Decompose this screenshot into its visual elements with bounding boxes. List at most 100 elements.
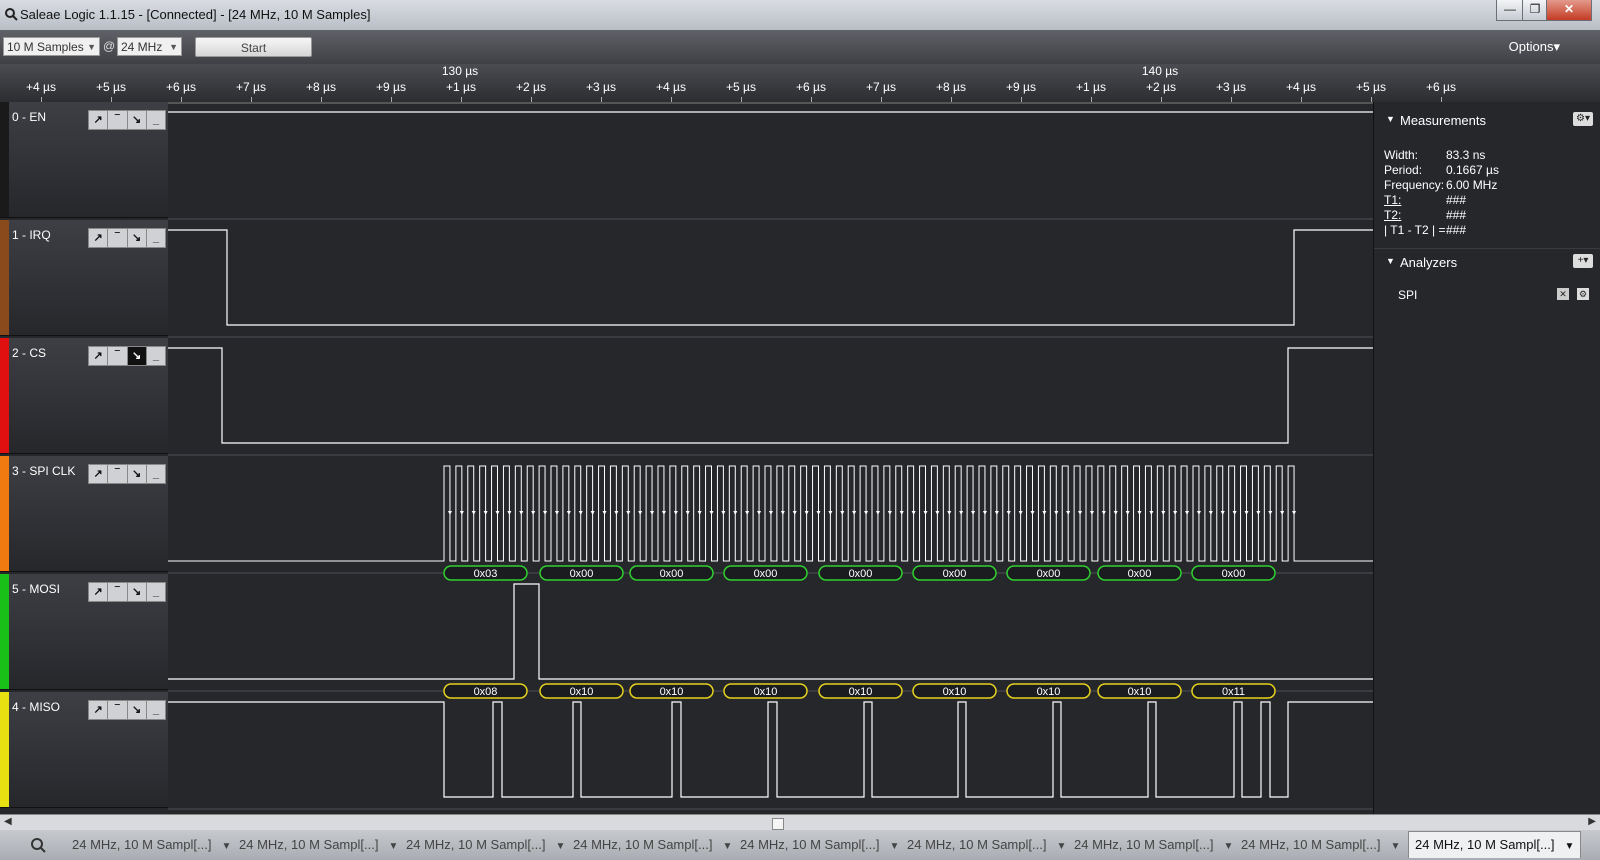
session-tab[interactable]: 24 MHz, 10 M Sampl[...] ▼ — [1074, 832, 1233, 858]
gear-icon[interactable]: ⚙▾ — [1573, 112, 1593, 126]
clock-edge-marker-icon — [1185, 511, 1190, 515]
session-tab[interactable]: 24 MHz, 10 M Sampl[...] ▼ — [1408, 831, 1582, 858]
minimize-button[interactable]: — — [1496, 0, 1524, 21]
clock-edge-marker-icon — [1232, 511, 1237, 515]
channel-label[interactable]: 3 - SPI CLK ↗ ‾ ↘ _ — [0, 456, 168, 572]
low-level-icon[interactable]: _ — [147, 701, 165, 719]
session-tab[interactable]: 24 MHz, 10 M Sampl[...] ▼ — [740, 832, 899, 858]
close-icon[interactable]: ✕ — [1557, 288, 1569, 300]
window-title: Saleae Logic 1.1.15 - [Connected] - [24 … — [20, 7, 371, 22]
miso-decode-value: 0x10 — [1128, 686, 1152, 698]
analyzer-item-spi[interactable]: SPI ✕ ⚙ — [1374, 286, 1600, 306]
analyzers-header[interactable]: ▼ Analyzers +▾ — [1374, 250, 1600, 274]
add-analyzer-button[interactable]: +▾ — [1573, 254, 1593, 268]
chevron-down-icon[interactable]: ▼ — [388, 841, 398, 852]
channel-label[interactable]: 2 - CS ↗ ‾ ↘ _ — [0, 338, 168, 454]
clock-edge-marker-icon — [459, 511, 464, 515]
rising-edge-icon[interactable]: ↗ — [89, 347, 109, 365]
rising-edge-icon[interactable]: ↗ — [89, 583, 109, 601]
rising-edge-icon[interactable]: ↗ — [89, 111, 109, 129]
channel-label[interactable]: 1 - IRQ ↗ ‾ ↘ _ — [0, 220, 168, 336]
falling-edge-icon[interactable]: ↘ — [128, 583, 147, 601]
search-icon[interactable] — [20, 834, 58, 856]
mosi-decode-value: 0x00 — [754, 568, 778, 580]
scroll-right-arrow-icon[interactable]: ▶ — [1588, 816, 1596, 827]
low-level-icon[interactable]: _ — [147, 229, 165, 247]
high-level-icon[interactable]: ‾ — [108, 583, 128, 601]
chevron-down-icon[interactable]: ▼ — [1390, 841, 1400, 852]
clock-edge-marker-icon — [804, 511, 809, 515]
samples-select[interactable]: 10 M Samples ▼ — [3, 37, 100, 56]
session-tab[interactable]: 24 MHz, 10 M Sampl[...] ▼ — [239, 832, 398, 858]
ruler-tick-label: +3 µs — [586, 80, 616, 94]
falling-edge-icon[interactable]: ↘ — [128, 229, 147, 247]
tab-label: 24 MHz, 10 M Sampl[...] — [1241, 837, 1381, 852]
high-level-icon[interactable]: ‾ — [108, 465, 128, 483]
high-level-icon[interactable]: ‾ — [108, 229, 128, 247]
channel-label[interactable]: 0 - EN ↗ ‾ ↘ _ — [0, 102, 168, 218]
gear-icon[interactable]: ⚙ — [1577, 288, 1589, 300]
collapse-triangle-icon: ▼ — [1386, 114, 1395, 124]
miso-decode-value: 0x08 — [474, 686, 498, 698]
clock-edge-marker-icon — [733, 511, 738, 515]
rate-select[interactable]: 24 MHz ▼ — [117, 37, 182, 56]
falling-edge-icon[interactable]: ↘ — [127, 347, 147, 365]
clock-edge-marker-icon — [1256, 511, 1261, 515]
channel-label[interactable]: 5 - MOSI ↗ ‾ ↘ _ — [0, 574, 168, 690]
horizontal-scrollbar[interactable]: ◀ ▶ — [0, 814, 1600, 831]
measurement-label[interactable]: T1: — [1384, 193, 1401, 207]
time-ruler[interactable]: +4 µs +5 µs +6 µs +7 µs +8 µs +9 µs +1 µs +2 µs… — [0, 64, 1600, 104]
low-level-icon[interactable]: _ — [147, 583, 165, 601]
rising-edge-icon[interactable]: ↗ — [89, 229, 109, 247]
falling-edge-icon[interactable]: ↘ — [128, 701, 147, 719]
clock-edge-marker-icon — [1220, 511, 1225, 515]
session-tab[interactable]: 24 MHz, 10 M Sampl[...] ▼ — [406, 832, 565, 858]
scroll-left-arrow-icon[interactable]: ◀ — [4, 816, 12, 827]
session-tab[interactable]: 24 MHz, 10 M Sampl[...] ▼ — [1241, 832, 1400, 858]
falling-edge-icon[interactable]: ↘ — [128, 465, 147, 483]
ruler-tick-label: +7 µs — [236, 80, 266, 94]
clock-edge-marker-icon — [1244, 511, 1249, 515]
maximize-button[interactable]: ❐ — [1522, 0, 1548, 21]
low-level-icon[interactable]: _ — [147, 465, 165, 483]
channel-label[interactable]: 4 - MISO ↗ ‾ ↘ _ — [0, 692, 168, 808]
clock-edge-marker-icon — [911, 511, 916, 515]
ruler-tick-label: +6 µs — [796, 80, 826, 94]
ruler-tick-label: +1 µs — [446, 80, 476, 94]
session-tab[interactable]: 24 MHz, 10 M Sampl[...] ▼ — [72, 832, 231, 858]
falling-edge-icon[interactable]: ↘ — [128, 111, 147, 129]
chevron-down-icon[interactable]: ▼ — [1564, 841, 1574, 852]
options-menu[interactable]: Options▾ — [1509, 39, 1560, 55]
measurement-label[interactable]: T2: — [1384, 208, 1401, 222]
high-level-icon[interactable]: ‾ — [108, 111, 128, 129]
low-level-icon[interactable]: _ — [147, 111, 165, 129]
chevron-down-icon[interactable]: ▼ — [221, 841, 231, 852]
measurements-header[interactable]: ▼ Measurements ⚙▾ — [1374, 108, 1600, 132]
high-level-icon[interactable]: ‾ — [108, 347, 128, 365]
irq-trace — [168, 229, 1373, 326]
chevron-down-icon[interactable]: ▼ — [722, 841, 732, 852]
cs-trace — [168, 347, 1373, 444]
scroll-thumb[interactable] — [772, 818, 784, 830]
ruler-tick-label: +2 µs — [516, 80, 546, 94]
chevron-down-icon[interactable]: ▼ — [1223, 841, 1233, 852]
trigger-buttons: ↗ ‾ ↘ _ — [88, 700, 166, 720]
chevron-down-icon[interactable]: ▼ — [889, 841, 899, 852]
low-level-icon[interactable]: _ — [147, 347, 165, 365]
clock-edge-marker-icon — [816, 511, 821, 515]
start-button[interactable]: Start — [195, 37, 312, 57]
session-tab[interactable]: 24 MHz, 10 M Sampl[...] ▼ — [573, 832, 732, 858]
rising-edge-icon[interactable]: ↗ — [89, 701, 109, 719]
close-button[interactable]: ✕ — [1546, 0, 1592, 21]
chevron-down-icon[interactable]: ▼ — [555, 841, 565, 852]
ruler-tick-label: +9 µs — [376, 80, 406, 94]
rising-edge-icon[interactable]: ↗ — [89, 465, 109, 483]
high-level-icon[interactable]: ‾ — [108, 701, 128, 719]
measurement-label: Period: — [1384, 163, 1423, 177]
chevron-down-icon[interactable]: ▼ — [1056, 841, 1066, 852]
channel-name: 4 - MISO — [12, 700, 61, 714]
channel-color-bar — [0, 456, 9, 571]
session-tab[interactable]: 24 MHz, 10 M Sampl[...] ▼ — [907, 832, 1066, 858]
clock-edge-marker-icon — [1066, 511, 1071, 515]
waveform-area[interactable]: 0x03 0x00 0x00 0x00 0x00 0x00 0x00 0x00 0x00 0x08… — [168, 102, 1373, 814]
